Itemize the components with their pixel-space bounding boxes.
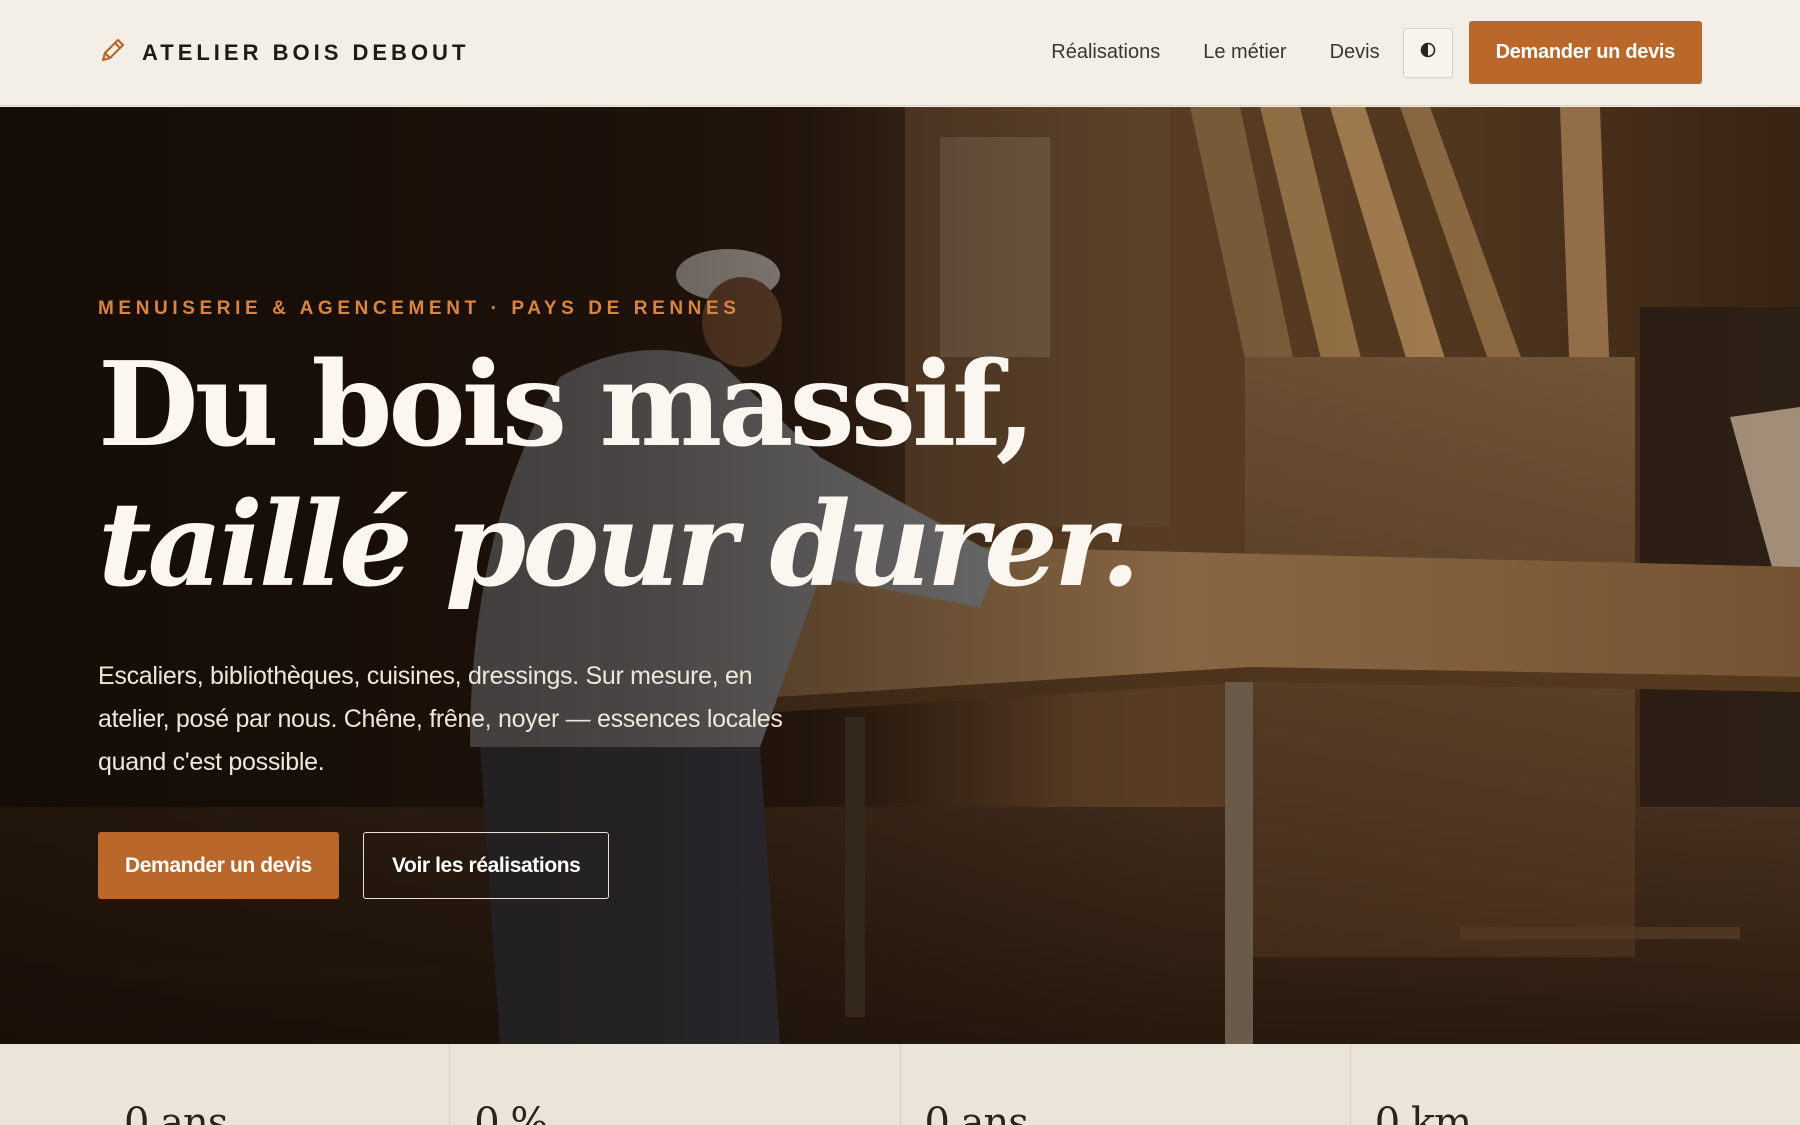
hero-title-line1: Du bois massif,: [98, 337, 1036, 473]
stat-value: 0 km: [1374, 1100, 1472, 1125]
pencil-icon: [98, 35, 128, 70]
hero-description: Escaliers, bibliothèques, cuisines, dres…: [98, 662, 783, 776]
stats-bar: 0 ans 0 % 0 ans 0 km: [0, 1044, 1800, 1125]
header-quote-button[interactable]: Demander un devis: [1468, 21, 1702, 84]
nav-link-devis[interactable]: Devis: [1330, 41, 1380, 64]
brand-logo[interactable]: ATELIER BOIS DEBOUT: [98, 35, 469, 70]
stat-item: 0 km: [1351, 1044, 1800, 1125]
hero-quote-button[interactable]: Demander un devis: [98, 832, 339, 899]
brand-name: ATELIER BOIS DEBOUT: [142, 39, 470, 65]
hero-projects-button[interactable]: Voir les réalisations: [363, 832, 610, 899]
stat-value: 0 ans: [924, 1100, 1029, 1125]
half-circle-icon: [1420, 42, 1436, 63]
stat-item: 0 ans: [0, 1044, 451, 1125]
main-nav: Réalisations Le métier Devis Demander un…: [1051, 21, 1702, 84]
nav-link-metier[interactable]: Le métier: [1203, 41, 1286, 64]
hero-section: MENUISERIE & AGENCEMENT · PAYS DE RENNES…: [0, 107, 1800, 1044]
hero-title-line2: taillé pour durer.: [98, 477, 1141, 613]
stat-item: 0 ans: [901, 1044, 1351, 1125]
stat-item: 0 %: [450, 1044, 901, 1125]
hero-eyebrow: MENUISERIE & AGENCEMENT · PAYS DE RENNES: [98, 298, 741, 319]
nav-link-realisations[interactable]: Réalisations: [1051, 41, 1160, 64]
stat-value: 0 ans: [124, 1100, 228, 1125]
page: ATELIER BOIS DEBOUT Réalisations Le méti…: [0, 0, 1800, 1125]
theme-toggle-button[interactable]: [1402, 27, 1453, 78]
stat-value: 0 %: [474, 1100, 548, 1125]
site-header: ATELIER BOIS DEBOUT Réalisations Le méti…: [0, 0, 1800, 106]
